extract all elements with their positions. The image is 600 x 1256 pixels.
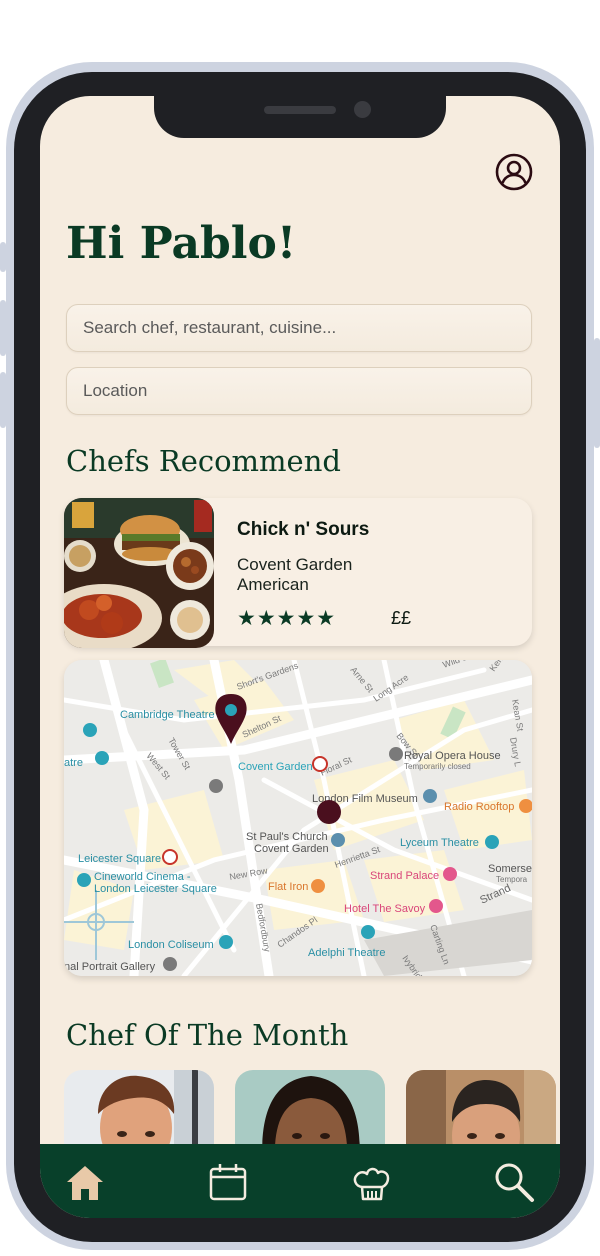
search-input[interactable] — [66, 304, 532, 352]
map-view[interactable]: Short's Gardens Shelton St Long Acre Bow… — [64, 660, 532, 976]
map-poi-marker — [95, 751, 109, 765]
map-poi-marker — [443, 867, 457, 881]
phone-notch — [154, 96, 446, 138]
phone-side-button — [0, 300, 6, 356]
underground-icon — [312, 756, 328, 772]
map-label: Cineworld Cinema - — [94, 871, 191, 883]
map-label: Strand Palace — [370, 870, 439, 882]
map-poi-marker — [219, 935, 233, 949]
current-location-dot — [317, 800, 341, 824]
map-label: Covent Garden — [238, 761, 313, 773]
home-icon[interactable] — [63, 1160, 107, 1204]
rating-stars: ★★★★★ — [237, 607, 337, 630]
map-label: Temporarily closed — [404, 762, 471, 771]
calendar-icon[interactable] — [206, 1160, 250, 1204]
chefs-recommend-title: Chefs Recommend — [66, 444, 341, 478]
map-label: atre — [64, 757, 83, 769]
restaurant-photo — [64, 498, 214, 648]
phone-side-button — [0, 372, 6, 428]
speaker — [264, 106, 336, 114]
profile-icon[interactable] — [494, 152, 534, 192]
front-camera — [354, 101, 371, 118]
underground-icon — [162, 849, 178, 865]
map-poi-marker — [163, 957, 177, 971]
map-label: Royal Opera House — [404, 750, 501, 762]
map-poi-marker — [485, 835, 499, 849]
bottom-nav — [40, 1144, 560, 1218]
map-poi-marker — [331, 833, 345, 847]
restaurant-cuisine: American — [237, 575, 309, 594]
map-label: London Leicester Square — [94, 883, 217, 895]
map-poi-marker — [361, 925, 375, 939]
chef-of-month-title: Chef Of The Month — [66, 1018, 349, 1052]
map-label: Lyceum Theatre — [400, 837, 479, 849]
map-label: nal Portrait Gallery — [64, 961, 156, 973]
location-input[interactable] — [66, 367, 532, 415]
restaurant-area: Covent Garden — [237, 555, 353, 574]
map-label: Tempora — [496, 875, 528, 884]
map-label: Flat Iron — [268, 881, 308, 893]
map-poi-marker — [389, 747, 403, 761]
map-poi-marker — [429, 899, 443, 913]
map-label: Somerse — [488, 863, 532, 875]
map-label: Leicester Square — [78, 853, 161, 865]
map-label: Hotel The Savoy — [344, 903, 426, 915]
restaurant-card[interactable]: Chick n' Sours Covent Garden American ★★… — [64, 498, 532, 648]
restaurant-name: Chick n' Sours — [237, 519, 370, 540]
map-poi-marker — [209, 779, 223, 793]
phone-side-button — [594, 338, 600, 448]
map-label: Cambridge Theatre — [120, 709, 215, 721]
map-label: St Paul's Church — [246, 831, 328, 843]
map-label: Radio Rooftop — [444, 801, 514, 813]
price-level: ££ — [391, 608, 412, 628]
map-poi-marker — [77, 873, 91, 887]
map-label: Covent Garden — [254, 843, 329, 855]
map-poi-marker — [83, 723, 97, 737]
map-label: London Coliseum — [128, 939, 214, 951]
chef-hat-icon[interactable] — [350, 1160, 394, 1204]
map-poi-marker — [311, 879, 325, 893]
app-screen: Hi Pablo! Chefs Recommend — [40, 96, 560, 1218]
map-label: Adelphi Theatre — [308, 947, 385, 959]
search-icon[interactable] — [492, 1160, 536, 1204]
phone-side-button — [0, 242, 6, 272]
map-poi-marker — [423, 789, 437, 803]
greeting-heading: Hi Pablo! — [66, 218, 297, 269]
